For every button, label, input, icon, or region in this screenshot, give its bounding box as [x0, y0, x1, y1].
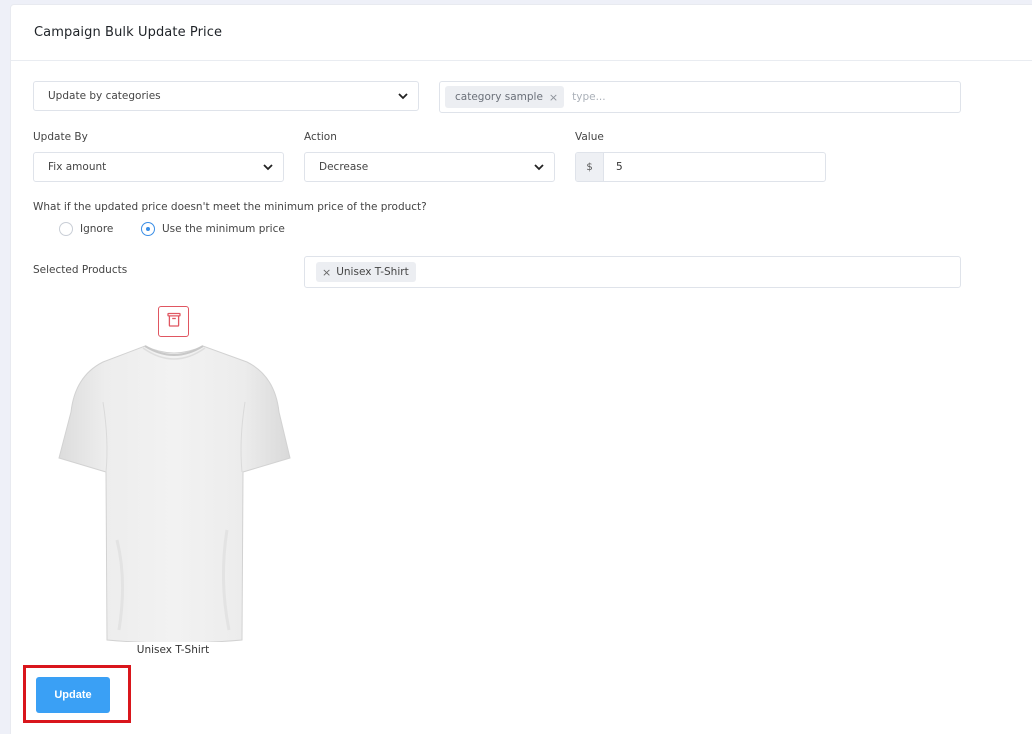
page-title: Campaign Bulk Update Price	[34, 25, 223, 40]
currency-prefix: $	[576, 153, 604, 181]
radio-use-minimum-circle[interactable]	[141, 222, 155, 236]
delete-product-button[interactable]	[158, 306, 189, 337]
value-input-group: $ 5	[575, 152, 826, 182]
chevron-down-icon	[533, 161, 545, 173]
product-chip: × Unisex T-Shirt	[316, 262, 416, 282]
chevron-down-icon	[397, 90, 409, 102]
radio-use-minimum[interactable]: Use the minimum price	[141, 222, 285, 236]
update-by-value: Fix amount	[48, 161, 107, 173]
selected-products-input[interactable]: × Unisex T-Shirt	[304, 256, 961, 288]
update-by-label: Update By	[33, 131, 88, 143]
trash-icon	[166, 312, 181, 331]
update-mode-value: Update by categories	[48, 90, 161, 102]
remove-product-icon[interactable]: ×	[322, 266, 331, 279]
category-tag-input[interactable]: category sample × type...	[439, 81, 961, 113]
category-chip: category sample ×	[445, 86, 565, 108]
tshirt-image	[57, 340, 291, 644]
radio-use-minimum-label: Use the minimum price	[162, 223, 285, 235]
category-search-input[interactable]: type...	[572, 91, 605, 103]
update-mode-select[interactable]: Update by categories	[33, 81, 419, 111]
category-chip-label: category sample	[455, 91, 543, 103]
remove-category-icon[interactable]: ×	[549, 91, 558, 104]
action-value: Decrease	[319, 161, 369, 173]
selected-products-label: Selected Products	[33, 264, 128, 276]
radio-ignore-circle[interactable]	[59, 222, 73, 236]
action-select[interactable]: Decrease	[304, 152, 555, 182]
value-input[interactable]: 5	[604, 153, 825, 181]
product-chip-label: Unisex T-Shirt	[336, 266, 409, 278]
radio-ignore[interactable]: Ignore	[59, 222, 113, 236]
minimum-price-question: What if the updated price doesn't meet t…	[33, 201, 427, 213]
card-header: Campaign Bulk Update Price	[11, 5, 1032, 61]
chevron-down-icon	[262, 161, 274, 173]
product-name: Unisex T-Shirt	[136, 644, 210, 656]
update-button[interactable]: Update	[36, 677, 110, 713]
radio-ignore-label: Ignore	[80, 223, 114, 235]
update-by-select[interactable]: Fix amount	[33, 152, 284, 182]
value-label: Value	[575, 131, 604, 143]
action-label: Action	[304, 131, 337, 143]
